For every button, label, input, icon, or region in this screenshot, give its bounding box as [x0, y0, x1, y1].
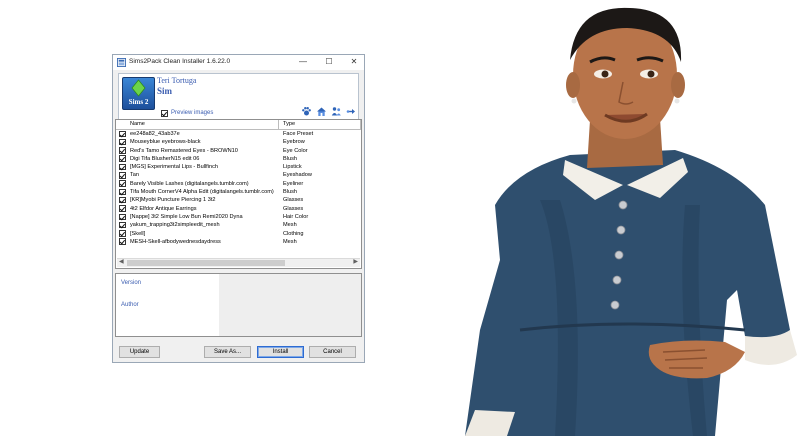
item-checkbox[interactable] — [119, 155, 126, 162]
arrow-link-icon[interactable] — [346, 106, 357, 117]
item-type: Eye Color — [283, 147, 308, 154]
item-type: Mesh — [283, 222, 297, 229]
item-name: [Nappe] 3t2 Simple Low Bun Remi2020 Dyna — [130, 213, 243, 220]
list-item[interactable]: Mouseyblue eyebrows-black Eyebrow — [116, 138, 361, 146]
item-name: [KR]Myobi Puncture Piercing 1 3t2 — [130, 197, 216, 204]
maximize-button[interactable]: ☐ — [322, 56, 336, 68]
package-info-panel: Version Author — [115, 273, 362, 337]
item-checkbox[interactable] — [119, 138, 126, 146]
item-type: Lipstick — [283, 164, 302, 171]
window-title: Sims2Pack Clean Installer 1.6.22.0 — [129, 58, 231, 65]
item-type: Face Preset — [283, 131, 314, 137]
list-item[interactable]: Tan Eyeshadow — [116, 171, 361, 179]
list-item[interactable]: [Skell] Clothing — [116, 230, 361, 238]
item-name: Mouseyblue eyebrows-black — [130, 139, 201, 146]
item-name: MESH-Skell-afbodywednesdaydress — [130, 238, 221, 245]
item-type: Blush — [283, 155, 297, 162]
item-checkbox[interactable] — [119, 230, 126, 237]
item-name: Tifa Mouth CornerV4 Alpha Edit (digitala… — [130, 189, 274, 196]
house-icon[interactable] — [316, 106, 327, 117]
cancel-button[interactable]: Cancel — [309, 346, 356, 358]
item-type: Eyebrow — [283, 139, 305, 146]
update-button[interactable]: Update — [119, 346, 160, 358]
package-header: Sims 2 Teri Tortuga Sim Preview images — [118, 73, 359, 124]
list-item[interactable]: [Nappe] 3t2 Simple Low Bun Remi2020 Dyna… — [116, 213, 361, 221]
list-item[interactable]: Digi Tifa BlusherN15 edit 06 Blush — [116, 155, 361, 163]
item-type: Glasses — [283, 197, 304, 204]
item-type: Blush — [283, 189, 297, 196]
preview-images-checkbox[interactable] — [161, 110, 168, 117]
item-name: Red's Tamo Remastered Eyes - BROWN10 — [130, 147, 238, 154]
item-name: yakum_trapping3t2simpleedit_mesh — [130, 222, 220, 229]
preview-images-label: Preview images — [171, 110, 214, 116]
sim-dress — [465, 150, 790, 436]
item-checkbox[interactable] — [119, 163, 126, 171]
item-name: ee248a82_43ab37e — [130, 131, 180, 137]
list-item[interactable]: Tifa Mouth CornerV4 Alpha Edit (digitala… — [116, 188, 361, 196]
package-type: Sim — [157, 86, 173, 96]
people-icon[interactable] — [331, 106, 342, 117]
item-name: Digi Tifa BlusherN15 edit 06 — [130, 155, 200, 162]
item-name: Tan — [130, 172, 140, 179]
logo-text: Sims 2 — [129, 98, 149, 106]
list-item[interactable]: yakum_trapping3t2simpleedit_mesh Mesh — [116, 221, 361, 229]
list-item[interactable]: 4t2 Elfdor Antique Earrings Glasses — [116, 205, 361, 213]
item-checkbox[interactable] — [119, 172, 126, 179]
item-checkbox[interactable] — [119, 188, 126, 196]
item-checkbox[interactable] — [119, 196, 126, 204]
column-header-type[interactable]: Type — [283, 121, 295, 127]
minimize-button[interactable]: — — [296, 56, 310, 68]
list-item[interactable]: [MGS] Experimental Lips - Bullfinch Lipst… — [116, 163, 361, 171]
install-button[interactable]: Install — [257, 346, 304, 358]
paw-icon[interactable] — [301, 106, 312, 117]
list-header: Name Type — [116, 120, 361, 130]
item-type: Eyeshadow — [283, 172, 312, 179]
item-type: Clothing — [283, 230, 304, 237]
list-item[interactable]: Barely Visible Lashes (digitalangels.tum… — [116, 180, 361, 188]
item-checkbox[interactable] — [119, 238, 126, 245]
preview-area — [219, 274, 361, 336]
list-item[interactable]: ee248a82_43ab37e Face Preset — [116, 130, 361, 138]
version-label: Version — [121, 280, 142, 286]
sims2-logo: Sims 2 — [122, 77, 155, 110]
app-icon — [117, 58, 126, 67]
list-item[interactable]: MESH-Skell-afbodywednesdaydress Mesh — [116, 238, 361, 246]
item-type: Eyeliner — [283, 180, 304, 187]
item-checkbox[interactable] — [119, 180, 126, 187]
scroll-left-icon[interactable]: ◀ — [119, 258, 124, 265]
title-bar[interactable]: Sims2Pack Clean Installer 1.6.22.0 — ☐ ✕ — [113, 55, 364, 70]
item-name: [MGS] Experimental Lips - Bullfinch — [130, 164, 218, 171]
item-type: Glasses — [283, 205, 304, 212]
sim-character-image — [465, 7, 797, 436]
author-label: Author — [121, 302, 139, 308]
list-item[interactable]: Red's Tamo Remastered Eyes - BROWN10 Eye … — [116, 147, 361, 155]
close-button[interactable]: ✕ — [347, 56, 361, 68]
package-contents-list[interactable]: Name Type ee248a82_43ab37e Face Preset Mou… — [115, 119, 362, 269]
scrollbar-thumb[interactable] — [127, 260, 285, 266]
save-as-button[interactable]: Save As... — [204, 346, 251, 358]
item-name: [Skell] — [130, 230, 146, 237]
column-separator[interactable] — [360, 120, 361, 129]
column-header-name[interactable]: Name — [130, 121, 145, 127]
item-checkbox[interactable] — [119, 205, 126, 212]
item-type: Mesh — [283, 238, 297, 245]
column-separator[interactable] — [278, 120, 279, 129]
scroll-right-icon[interactable]: ▶ — [353, 258, 358, 265]
horizontal-scrollbar[interactable]: ◀ ▶ — [117, 258, 360, 267]
item-checkbox[interactable] — [119, 221, 126, 229]
item-name: Barely Visible Lashes (digitalangels.tum… — [130, 180, 249, 187]
list-item[interactable]: [KR]Myobi Puncture Piercing 1 3t2 Glasses — [116, 196, 361, 204]
item-checkbox[interactable] — [119, 147, 126, 154]
item-checkbox[interactable] — [119, 130, 126, 138]
item-checkbox[interactable] — [119, 213, 126, 221]
item-name: 4t2 Elfdor Antique Earrings — [130, 205, 197, 212]
package-author-title: Teri Tortuga — [157, 76, 197, 85]
item-type: Hair Color — [283, 213, 309, 220]
list-rows: ee248a82_43ab37e Face Preset Mouseyblue ey… — [116, 130, 361, 246]
